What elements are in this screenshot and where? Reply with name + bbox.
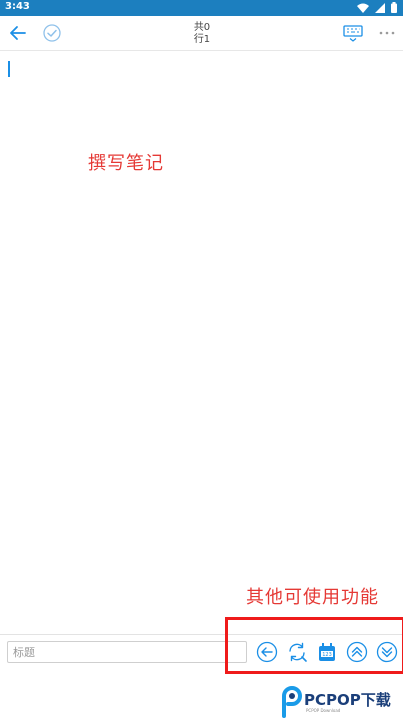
back-arrow-icon[interactable] — [8, 23, 28, 43]
editor-toolbar: 共0 行1 — [0, 16, 403, 51]
char-count-label: 共0 — [193, 22, 211, 33]
pcpop-watermark: PCPOP下载 PCPOP Download — [278, 684, 403, 720]
number-keypad-button[interactable]: 123 — [316, 641, 338, 663]
watermark-sub: PCPOP Download — [306, 708, 341, 713]
line-count-label: 行1 — [193, 34, 211, 45]
text-caret — [8, 61, 10, 77]
watermark-brand: PCPOP下载 — [304, 691, 391, 709]
note-editor[interactable] — [0, 51, 403, 634]
title-input[interactable] — [7, 641, 247, 663]
signal-icon — [375, 2, 385, 13]
battery-icon — [391, 2, 397, 13]
svg-text:123: 123 — [322, 652, 332, 658]
keyboard-icon[interactable] — [342, 23, 364, 43]
scroll-top-button[interactable] — [346, 641, 368, 663]
status-bar: 3:43 — [0, 0, 403, 16]
char-line-counter: 共0 行1 — [178, 22, 226, 46]
status-icons — [357, 2, 397, 13]
replace-refresh-button[interactable] — [286, 641, 308, 663]
more-options-icon[interactable] — [377, 23, 397, 43]
status-time: 3:43 — [5, 1, 30, 12]
save-check-icon[interactable] — [42, 23, 62, 43]
undo-arrow-button[interactable] — [256, 641, 278, 663]
wifi-icon — [357, 3, 369, 13]
pcpop-logo-icon — [282, 686, 302, 718]
write-note-annotation: 撰写笔记 — [88, 153, 164, 174]
other-functions-annotation: 其他可使用功能 — [246, 587, 379, 608]
scroll-bottom-button[interactable] — [376, 641, 398, 663]
